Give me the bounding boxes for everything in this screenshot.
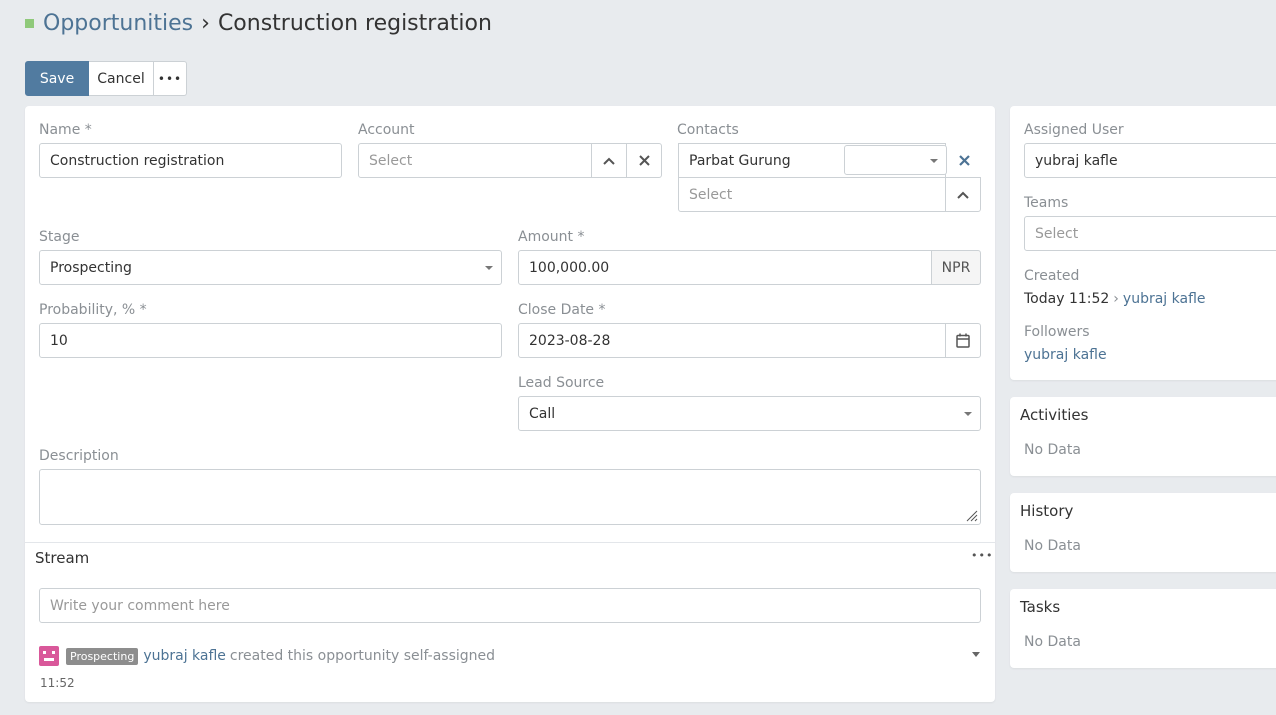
account-label: Account (358, 122, 415, 138)
assigned-user-label: Assigned User (1024, 122, 1124, 138)
probability-field[interactable]: 10 (39, 323, 502, 358)
contacts-label: Contacts (677, 122, 739, 138)
chevron-up-icon (957, 191, 969, 199)
activities-empty: No Data (1024, 442, 1081, 458)
account-clear-button[interactable] (626, 143, 662, 178)
comment-input[interactable]: Write your comment here (39, 588, 981, 623)
follower-link[interactable]: yubraj kafle (1024, 347, 1107, 363)
contact-name[interactable]: Parbat Gurung (689, 153, 791, 169)
amount-value: 100,000.00 (529, 259, 610, 276)
lead-source-label: Lead Source (518, 375, 605, 391)
note-text: created this opportunity self-assigned (229, 648, 496, 664)
contact-role-select[interactable] (844, 145, 947, 175)
note-user-link[interactable]: yubraj kafle (143, 648, 226, 664)
account-select-button[interactable] (591, 143, 627, 178)
caret-down-icon (930, 159, 938, 163)
amount-field[interactable]: 100,000.00 (518, 250, 932, 285)
created-label: Created (1024, 268, 1080, 284)
breadcrumb-separator: › (201, 10, 210, 36)
tasks-panel: Tasks No Data (1010, 589, 1276, 668)
close-date-field[interactable]: 2023-08-28 (518, 323, 946, 358)
assigned-user-field[interactable]: yubraj kafle (1024, 143, 1276, 178)
stage-label: Stage (39, 229, 80, 245)
history-title[interactable]: History (1020, 502, 1073, 520)
teams-select-input[interactable]: Select (1024, 216, 1276, 251)
caret-down-icon (485, 266, 493, 270)
assigned-user-value: yubraj kafle (1035, 152, 1118, 169)
section-divider (25, 542, 995, 543)
calendar-button[interactable] (945, 323, 981, 358)
stream-more-button[interactable]: ••• (971, 549, 993, 562)
chevron-up-icon (603, 157, 615, 165)
followers-label: Followers (1024, 324, 1090, 340)
activities-panel: Activities No Data (1010, 397, 1276, 476)
stream-title: Stream (35, 549, 90, 567)
contact-remove-button[interactable] (954, 150, 974, 170)
caret-down-icon[interactable] (972, 652, 980, 657)
stream-note: Prospecting yubraj kafle created this op… (39, 646, 495, 666)
breadcrumb-opportunities-link[interactable]: Opportunities (43, 11, 193, 36)
action-toolbar: Save Cancel ••• (25, 61, 187, 96)
name-field[interactable]: Construction registration (39, 143, 342, 178)
tasks-title[interactable]: Tasks (1020, 598, 1060, 616)
cancel-button[interactable]: Cancel (89, 61, 154, 96)
contacts-placeholder: Select (689, 186, 733, 203)
comment-placeholder: Write your comment here (50, 597, 230, 614)
account-placeholder: Select (369, 152, 413, 169)
avatar (39, 646, 59, 666)
teams-placeholder: Select (1035, 225, 1079, 242)
probability-label: Probability, % * (39, 302, 147, 318)
teams-label: Teams (1024, 195, 1069, 211)
contacts-select-input[interactable]: Select (678, 177, 947, 212)
name-value: Construction registration (50, 152, 225, 169)
record-edit-panel: Name * Construction registration Account… (25, 106, 995, 702)
probability-value: 10 (50, 332, 68, 349)
close-date-value: 2023-08-28 (529, 332, 611, 349)
currency-addon[interactable]: NPR (931, 250, 981, 285)
more-actions-button[interactable]: ••• (154, 61, 187, 96)
history-empty: No Data (1024, 538, 1081, 554)
caret-down-icon (964, 412, 972, 416)
page-title: Construction registration (217, 10, 492, 36)
close-icon (958, 154, 970, 166)
description-label: Description (39, 448, 119, 464)
lead-source-select[interactable]: Call (518, 396, 981, 431)
contacts-select-button[interactable] (945, 177, 981, 212)
lead-source-value: Call (529, 405, 556, 422)
description-textarea[interactable] (39, 469, 981, 525)
stage-badge: Prospecting (66, 647, 139, 665)
amount-label: Amount * (518, 229, 585, 245)
currency-value: NPR (941, 259, 971, 276)
activities-title[interactable]: Activities (1020, 406, 1088, 424)
tasks-empty: No Data (1024, 634, 1081, 650)
created-user-link[interactable]: yubraj kafle (1123, 291, 1206, 307)
stage-value: Prospecting (50, 259, 132, 276)
calendar-icon (956, 333, 970, 348)
resize-handle-icon[interactable] (966, 510, 978, 522)
close-date-label: Close Date * (518, 302, 606, 318)
account-select-input[interactable]: Select (358, 143, 592, 178)
assignment-panel: Assigned User yubraj kafle Teams Select … (1010, 106, 1276, 380)
created-time: Today 11:52 (1024, 291, 1110, 307)
status-dot-icon (25, 18, 34, 28)
created-info: Today 11:52 › yubraj kafle (1024, 291, 1206, 307)
created-separator: › (1113, 291, 1119, 307)
breadcrumb: Opportunities › Construction registratio… (25, 8, 492, 38)
note-time: 11:52 (40, 676, 75, 690)
save-button[interactable]: Save (25, 61, 89, 96)
stage-select[interactable]: Prospecting (39, 250, 502, 285)
history-panel: History No Data (1010, 493, 1276, 572)
name-label: Name * (39, 122, 92, 138)
close-icon (638, 155, 650, 166)
